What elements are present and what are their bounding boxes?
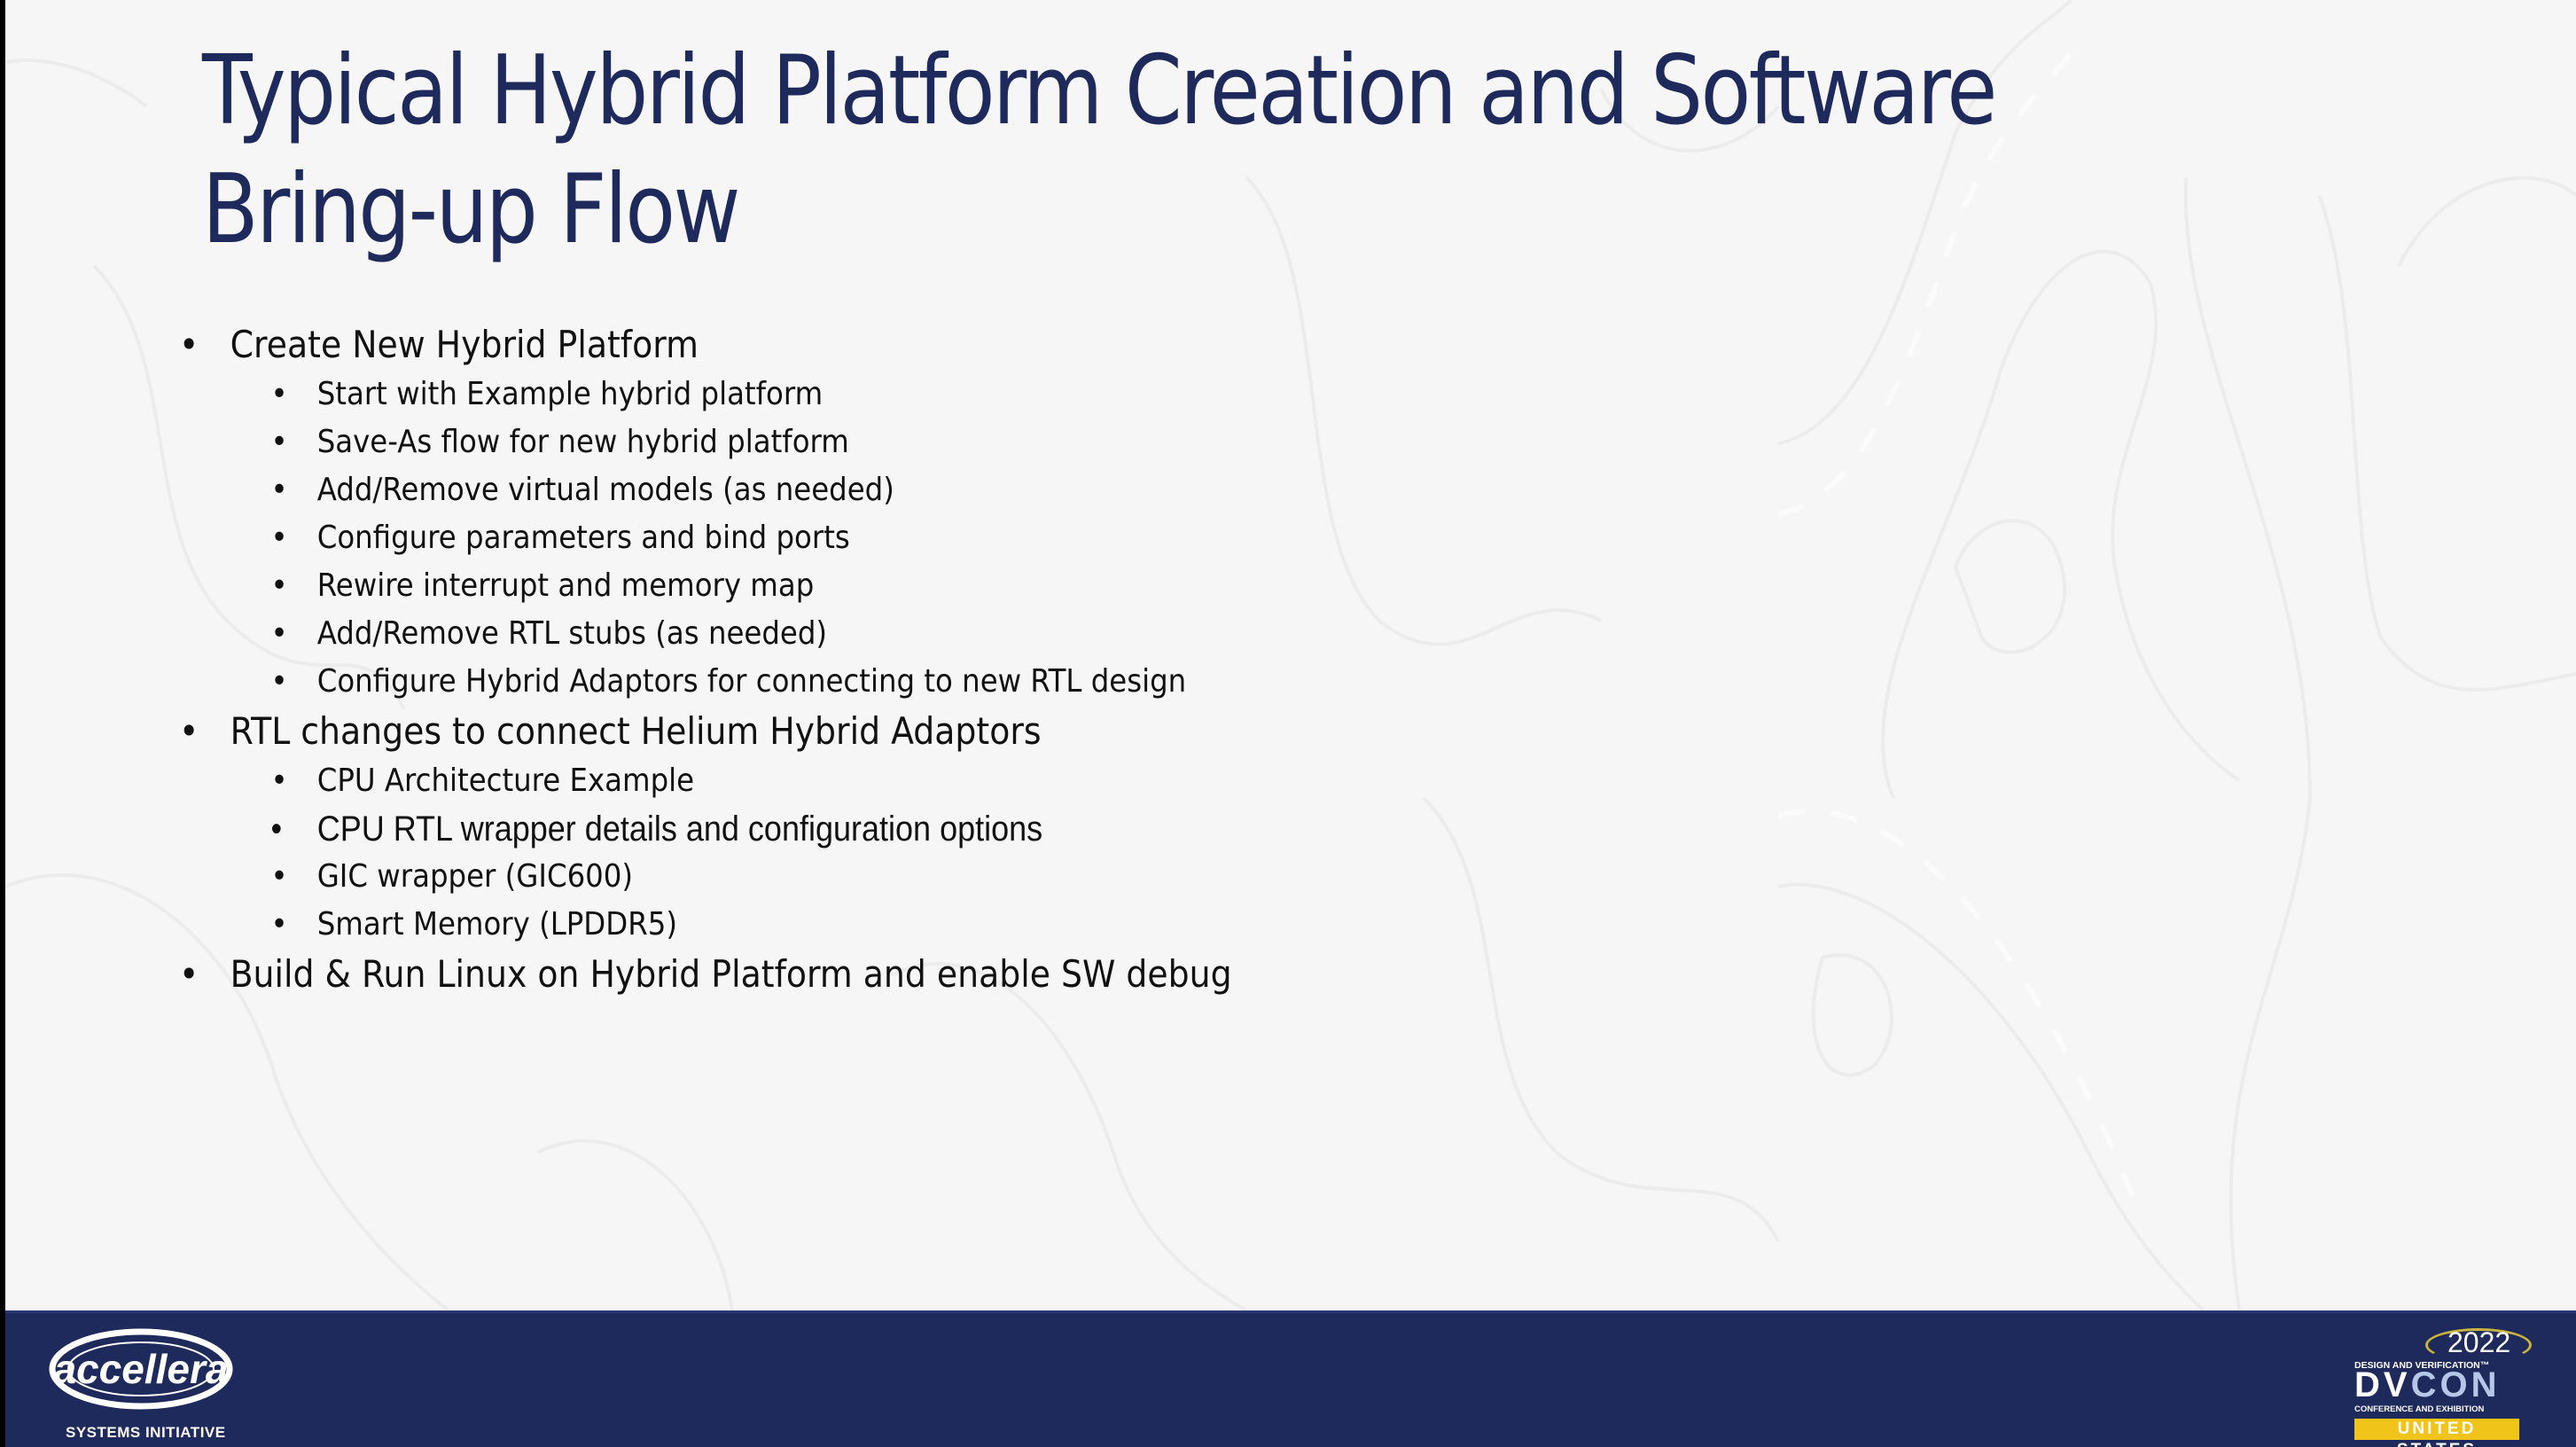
- bullet-icon: •: [179, 709, 199, 753]
- bullet-icon: •: [270, 663, 288, 700]
- dvcon-year: 2022: [2447, 1326, 2511, 1358]
- sub-bullet: • Configure Hybrid Adaptors for connecti…: [179, 658, 1232, 706]
- sub-bullet-text: Configure Hybrid Adaptors for connecting…: [316, 663, 1187, 700]
- dvcon-region-badge: UNITED STATES: [2354, 1419, 2519, 1447]
- sub-bullet-text: Configure parameters and bind ports: [316, 520, 850, 556]
- sub-bullet-text: CPU RTL wrapper details and configuratio…: [316, 810, 1043, 849]
- sub-bullet: • Add/Remove RTL stubs (as needed): [179, 610, 1232, 658]
- slide-title: Typical Hybrid Platform Creation and Sof…: [202, 32, 2108, 270]
- bullet-text: RTL changes to connect Helium Hybrid Ada…: [230, 709, 1042, 753]
- accellera-ellipse-icon: accellera: [49, 1328, 233, 1410]
- bullet-create-platform: • Create New Hybrid Platform: [179, 321, 1232, 369]
- accellera-wordmark: accellera: [54, 1346, 229, 1392]
- bullet-icon: •: [270, 376, 288, 412]
- sub-bullet: • Add/Remove virtual models (as needed): [179, 466, 1232, 514]
- bullet-rtl-changes: • RTL changes to connect Helium Hybrid A…: [179, 708, 1232, 755]
- bullet-text: Create New Hybrid Platform: [230, 323, 699, 366]
- dvcon-logo-icon: 2022 DESIGN AND VERIFICATION™ DVCON CONF…: [2354, 1326, 2537, 1447]
- bullet-list: • Create New Hybrid Platform • Start wit…: [179, 321, 1232, 998]
- accellera-tagline: SYSTEMS INITIATIVE: [66, 1424, 226, 1441]
- sub-bullet-text: Add/Remove virtual models (as needed): [316, 472, 894, 508]
- sub-bullet-text: Add/Remove RTL stubs (as needed): [316, 615, 828, 652]
- dvcon-wordmark: DVCON: [2354, 1367, 2500, 1403]
- sub-bullet-text: Rewire interrupt and memory map: [316, 567, 815, 604]
- sub-bullet: • Rewire interrupt and memory map: [179, 562, 1232, 610]
- bullet-icon: •: [179, 952, 199, 996]
- footer-bar: accellera SYSTEMS INITIATIVE 2022 DESIGN…: [5, 1310, 2576, 1447]
- sub-bullet-text: Save-As flow for new hybrid platform: [316, 424, 849, 460]
- title-line-1: Typical Hybrid Platform Creation and Sof…: [202, 35, 1997, 146]
- sub-bullet: • Save-As flow for new hybrid platform: [179, 418, 1232, 466]
- bullet-icon: •: [270, 615, 288, 652]
- bullet-icon: •: [270, 810, 283, 849]
- bullet-icon: •: [270, 567, 288, 604]
- sub-bullet: • CPU RTL wrapper details and configurat…: [179, 805, 1232, 853]
- bullet-icon: •: [270, 763, 288, 799]
- dvcon-line2: CONFERENCE AND EXHIBITION: [2354, 1404, 2485, 1414]
- bullet-icon: •: [270, 472, 288, 508]
- slide: Typical Hybrid Platform Creation and Sof…: [5, 0, 2576, 1447]
- bullet-icon: •: [270, 858, 288, 895]
- sub-bullet-text: CPU Architecture Example: [316, 763, 695, 799]
- dvcon-dv: DV: [2354, 1365, 2411, 1404]
- sub-bullet-text: Start with Example hybrid platform: [316, 376, 824, 412]
- title-line-2: Bring-up Flow: [202, 154, 740, 265]
- bullet-icon: •: [270, 906, 288, 943]
- sub-bullet: • GIC wrapper (GIC600): [179, 853, 1232, 901]
- sub-bullet: • Smart Memory (LPDDR5): [179, 901, 1232, 949]
- dvcon-con: CON: [2410, 1365, 2501, 1404]
- bullet-text: Build & Run Linux on Hybrid Platform and…: [230, 952, 1232, 996]
- sub-bullet-text: Smart Memory (LPDDR5): [316, 906, 677, 943]
- bullet-icon: •: [179, 323, 199, 366]
- sub-bullet: • Configure parameters and bind ports: [179, 514, 1232, 562]
- sub-bullet-text: GIC wrapper (GIC600): [316, 858, 634, 895]
- sub-bullet: • CPU Architecture Example: [179, 757, 1232, 805]
- bullet-icon: •: [270, 424, 288, 460]
- bullet-build-run-linux: • Build & Run Linux on Hybrid Platform a…: [179, 950, 1232, 998]
- bullet-icon: •: [270, 520, 288, 556]
- footer-divider: [5, 1310, 2576, 1313]
- sub-bullet: • Start with Example hybrid platform: [179, 371, 1232, 418]
